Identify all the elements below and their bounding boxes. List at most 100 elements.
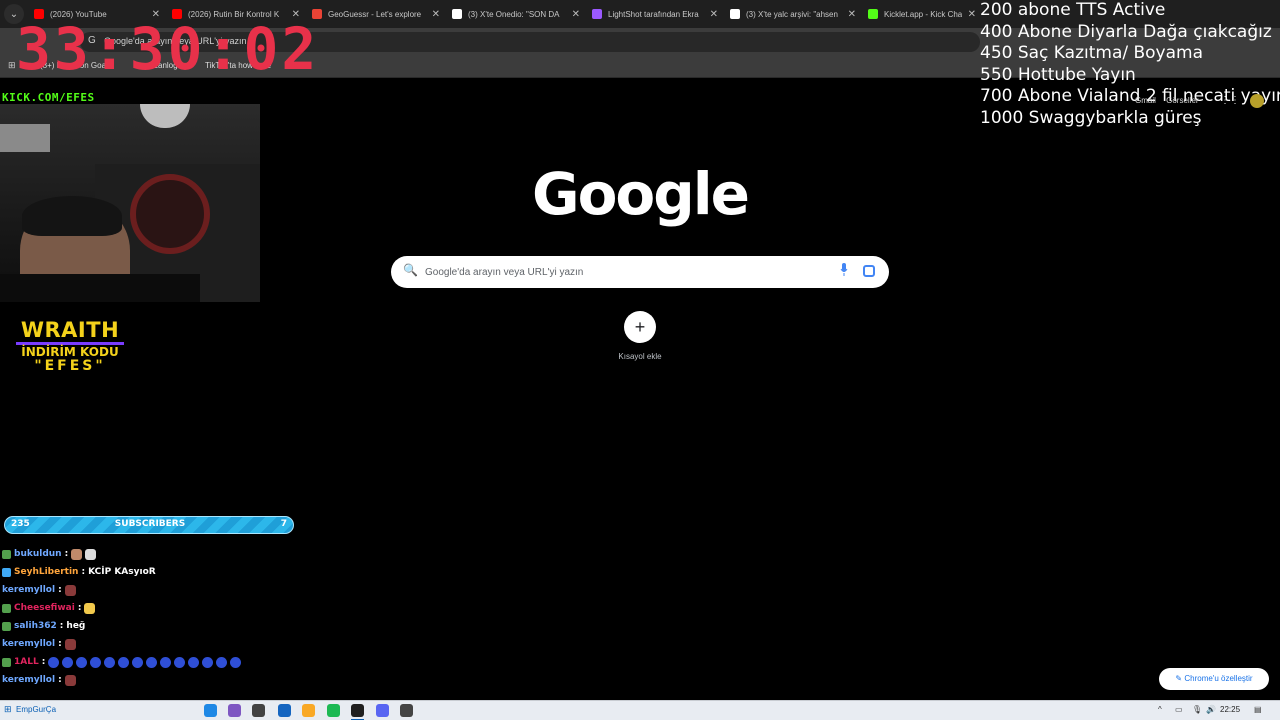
- chat-message: Cheesefiwai:: [2, 599, 332, 617]
- chat-emote-icon: [146, 656, 158, 668]
- chat-username[interactable]: bukuldun: [14, 546, 62, 562]
- chat-text: heğ: [66, 621, 86, 631]
- taskbar-app-icon[interactable]: [400, 704, 413, 717]
- sponsor-brand: WRAITH: [20, 318, 120, 342]
- chat-separator: :: [77, 603, 82, 613]
- browser-tab[interactable]: GeoGuessr - Let's explore ✕: [306, 0, 446, 28]
- close-tab-icon[interactable]: ✕: [572, 9, 580, 20]
- taskbar-app-icon[interactable]: [204, 704, 217, 717]
- apps-grid-icon[interactable]: ⊞: [8, 60, 16, 71]
- close-tab-icon[interactable]: ✕: [848, 9, 856, 20]
- chat-emote-icon: [64, 584, 76, 596]
- taskbar: ⊞ EmpGurÇa ^ ▭ 🎙 🔊 22:25 ▤: [0, 700, 1280, 720]
- chat-username[interactable]: Cheesefiwai: [14, 600, 75, 616]
- chat-emote-icon: [71, 548, 83, 560]
- tab-title: Kicklet.app - Kick Chatbo: [884, 9, 962, 19]
- subscribers-label: SUBSCRIBERS: [114, 519, 186, 529]
- chat-separator: :: [58, 675, 62, 685]
- goal-item: 1000 Swaggybarkla güreş: [980, 107, 1202, 128]
- browser-tab[interactable]: (3) X'te yalc arşivi: "ahsen ✕: [724, 0, 862, 28]
- webcam-streamer-body: [0, 274, 200, 302]
- windows-start-icon[interactable]: ⊞: [4, 704, 12, 715]
- tab-favicon-icon: [592, 9, 602, 19]
- notifications-icon[interactable]: ▤: [1254, 705, 1262, 714]
- taskbar-app-icon[interactable]: [376, 704, 389, 717]
- chat-badge-icon: [2, 549, 11, 559]
- taskbar-app-icon[interactable]: [228, 704, 241, 717]
- chat-username[interactable]: SeyhLibertin: [14, 564, 78, 580]
- tray-chevron-icon[interactable]: ^: [1158, 705, 1162, 714]
- search-input[interactable]: [425, 262, 825, 282]
- chat-emote-icon: [62, 656, 74, 668]
- google-search-box[interactable]: 🔍: [391, 256, 889, 288]
- chat-username[interactable]: 1ALL: [14, 654, 39, 670]
- chat-message: keremyllol:: [2, 581, 332, 599]
- subscriber-goals: 200 abone TTS Active 400 Abone Diyarla D…: [980, 0, 1280, 129]
- chat-separator: :: [58, 585, 62, 595]
- sponsor-badge: WRAITH İNDİRİM KODU "EFES": [10, 318, 130, 374]
- tab-title: (3) X'te Onedio: "SON DA: [468, 9, 560, 19]
- chat-separator: :: [81, 567, 86, 577]
- browser-tab[interactable]: LightShot tarafından Ekra ✕: [586, 0, 724, 28]
- chat-message: salih362: heğ: [2, 617, 332, 635]
- tab-favicon-icon: [730, 9, 740, 19]
- tab-title: (3) X'te yalc arşivi: "ahsen: [746, 9, 838, 19]
- add-shortcut-label: Kısayol ekle: [618, 352, 662, 361]
- subscribers-goal: 7: [280, 519, 287, 529]
- mic-tray-icon[interactable]: 🎙: [1192, 705, 1202, 714]
- subscribers-current: 235: [11, 519, 30, 529]
- sponsor-code: "EFES": [34, 358, 106, 374]
- chat-text: KCİP KAsyıoR: [88, 567, 156, 577]
- chat-emote-icon: [132, 656, 144, 668]
- chat-username[interactable]: keremyllol: [2, 636, 55, 652]
- taskbar-user-label: EmpGurÇa: [16, 705, 57, 714]
- taskbar-app-icon[interactable]: [351, 704, 364, 717]
- volume-icon[interactable]: 🔊: [1206, 705, 1216, 714]
- chat-message: keremyllol:: [2, 635, 332, 653]
- chat-separator: :: [59, 621, 64, 631]
- chat-overlay: bukuldun: SeyhLibertin: KCİP KAsyıoR keremy…: [2, 545, 332, 689]
- chat-emote-icon: [85, 548, 97, 560]
- close-tab-icon[interactable]: ✕: [432, 9, 440, 20]
- network-icon[interactable]: ▭: [1175, 705, 1183, 714]
- close-tab-icon[interactable]: ✕: [710, 9, 718, 20]
- gmail-link[interactable]: Gmail: [1135, 96, 1156, 105]
- goal-item: 400 Abone Diyarla Dağa çıakcağız: [980, 21, 1272, 42]
- chat-emote-icon: [90, 656, 102, 668]
- taskbar-clock[interactable]: 22:25: [1220, 705, 1240, 714]
- tab-title: GeoGuessr - Let's explore: [328, 9, 422, 19]
- chat-badge-icon: [2, 621, 11, 631]
- webcam-air-conditioner: [0, 124, 50, 152]
- tab-title: LightShot tarafından Ekra: [608, 9, 699, 19]
- chat-message: bukuldun:: [2, 545, 332, 563]
- chat-username[interactable]: keremyllol: [2, 582, 55, 598]
- customize-chrome-button[interactable]: ✎ Chrome'u özelleştir: [1159, 668, 1269, 690]
- subscribers-progress-bar: SUBSCRIBERS 235 7: [4, 516, 294, 534]
- stream-timer: 33:30:02: [16, 15, 320, 83]
- kick-channel-url: KICK.COM/EFES: [2, 91, 95, 104]
- avatar[interactable]: [1250, 94, 1264, 108]
- chat-emote-icon: [84, 602, 96, 614]
- close-tab-icon[interactable]: ✕: [968, 9, 976, 20]
- taskbar-app-icon[interactable]: [278, 704, 291, 717]
- chat-username[interactable]: keremyllol: [2, 672, 55, 688]
- chat-username[interactable]: salih362: [14, 618, 57, 634]
- chat-separator: :: [41, 657, 46, 667]
- microphone-icon[interactable]: [840, 263, 848, 277]
- add-shortcut-button[interactable]: +: [624, 311, 656, 343]
- goal-item: 550 Hottube Yayın: [980, 64, 1136, 85]
- taskbar-app-icon[interactable]: [327, 704, 340, 717]
- goal-item: 200 abone TTS Active: [980, 0, 1166, 20]
- google-lens-icon[interactable]: [863, 265, 875, 277]
- google-apps-icon[interactable]: ⋮⋮: [1220, 95, 1240, 106]
- browser-tab[interactable]: Kicklet.app - Kick Chatbo ✕: [862, 0, 982, 28]
- chat-emote-icon: [230, 656, 242, 668]
- chat-emote-icon: [216, 656, 228, 668]
- chat-emote-icon: [104, 656, 116, 668]
- taskbar-app-icon[interactable]: [252, 704, 265, 717]
- browser-tab[interactable]: (3) X'te Onedio: "SON DA ✕: [446, 0, 586, 28]
- images-link[interactable]: Görseller: [1166, 96, 1198, 105]
- customize-chrome-label: Chrome'u özelleştir: [1184, 674, 1253, 683]
- taskbar-app-icon[interactable]: [302, 704, 315, 717]
- chat-badge-icon: [2, 567, 11, 577]
